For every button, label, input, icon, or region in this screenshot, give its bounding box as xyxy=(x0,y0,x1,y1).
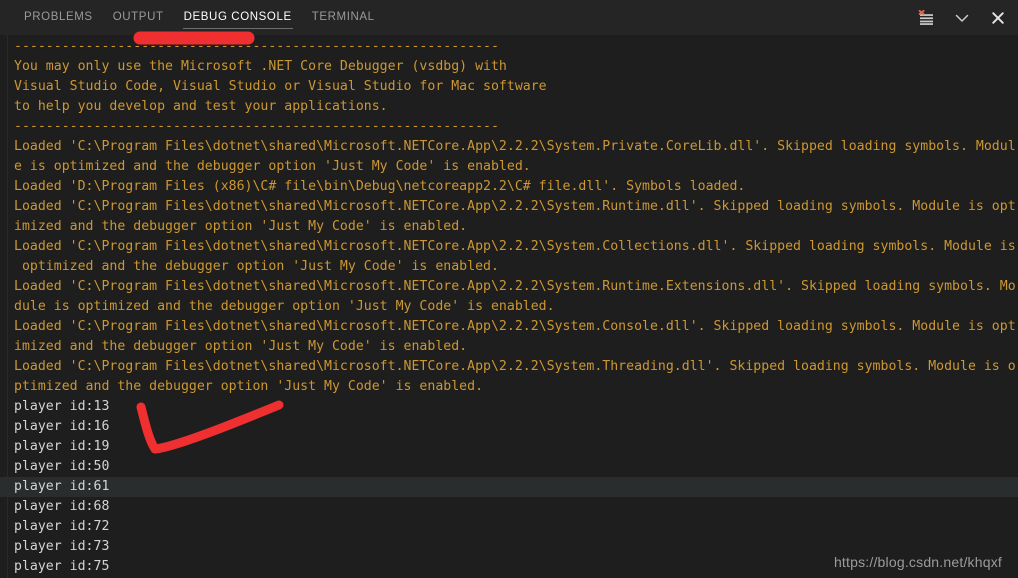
console-line: player id:19 xyxy=(14,437,1018,457)
console-line: ----------------------------------------… xyxy=(14,37,1018,57)
console-line: player id:68 xyxy=(14,497,1018,517)
console-line: optimized and the debugger option 'Just … xyxy=(14,257,1018,277)
tab-output[interactable]: OUTPUT xyxy=(103,0,174,35)
console-line: imized and the debugger option 'Just My … xyxy=(14,337,1018,357)
panel-actions xyxy=(916,0,1008,35)
console-line-list: ----------------------------------------… xyxy=(0,37,1018,578)
close-icon[interactable] xyxy=(988,8,1008,28)
console-line: player id:61 xyxy=(0,477,1018,497)
console-line: Visual Studio Code, Visual Studio or Vis… xyxy=(14,77,1018,97)
tab-problems[interactable]: PROBLEMS xyxy=(14,0,103,35)
console-line: player id:72 xyxy=(14,517,1018,537)
console-line: Loaded 'C:\Program Files\dotnet\shared\M… xyxy=(14,317,1018,337)
tab-debug-console[interactable]: DEBUG CONSOLE xyxy=(174,0,302,35)
tab-terminal[interactable]: TERMINAL xyxy=(302,0,385,35)
console-line: Loaded 'C:\Program Files\dotnet\shared\M… xyxy=(14,197,1018,217)
console-line: Loaded 'C:\Program Files\dotnet\shared\M… xyxy=(14,357,1018,377)
console-output-area[interactable]: ----------------------------------------… xyxy=(0,35,1018,578)
console-line: You may only use the Microsoft .NET Core… xyxy=(14,57,1018,77)
panel-tabbar: PROBLEMS OUTPUT DEBUG CONSOLE TERMINAL xyxy=(0,0,1018,35)
console-line: imized and the debugger option 'Just My … xyxy=(14,217,1018,237)
console-line: ----------------------------------------… xyxy=(14,117,1018,137)
console-line: to help you develop and test your applic… xyxy=(14,97,1018,117)
console-line: Loaded 'D:\Program Files (x86)\C# file\b… xyxy=(14,177,1018,197)
console-line: dule is optimized and the debugger optio… xyxy=(14,297,1018,317)
console-line: Loaded 'C:\Program Files\dotnet\shared\M… xyxy=(14,237,1018,257)
console-line: e is optimized and the debugger option '… xyxy=(14,157,1018,177)
console-line: player id:13 xyxy=(14,397,1018,417)
chevron-down-icon[interactable] xyxy=(952,8,972,28)
console-line: ptimized and the debugger option 'Just M… xyxy=(14,377,1018,397)
console-line: player id:50 xyxy=(14,457,1018,477)
console-line: player id:16 xyxy=(14,417,1018,437)
watermark-text: https://blog.csdn.net/khqxf xyxy=(834,554,1002,570)
debug-console-panel: PROBLEMS OUTPUT DEBUG CONSOLE TERMINAL xyxy=(0,0,1018,578)
console-line: Loaded 'C:\Program Files\dotnet\shared\M… xyxy=(14,137,1018,157)
clear-console-icon[interactable] xyxy=(916,8,936,28)
console-line: Loaded 'C:\Program Files\dotnet\shared\M… xyxy=(14,277,1018,297)
